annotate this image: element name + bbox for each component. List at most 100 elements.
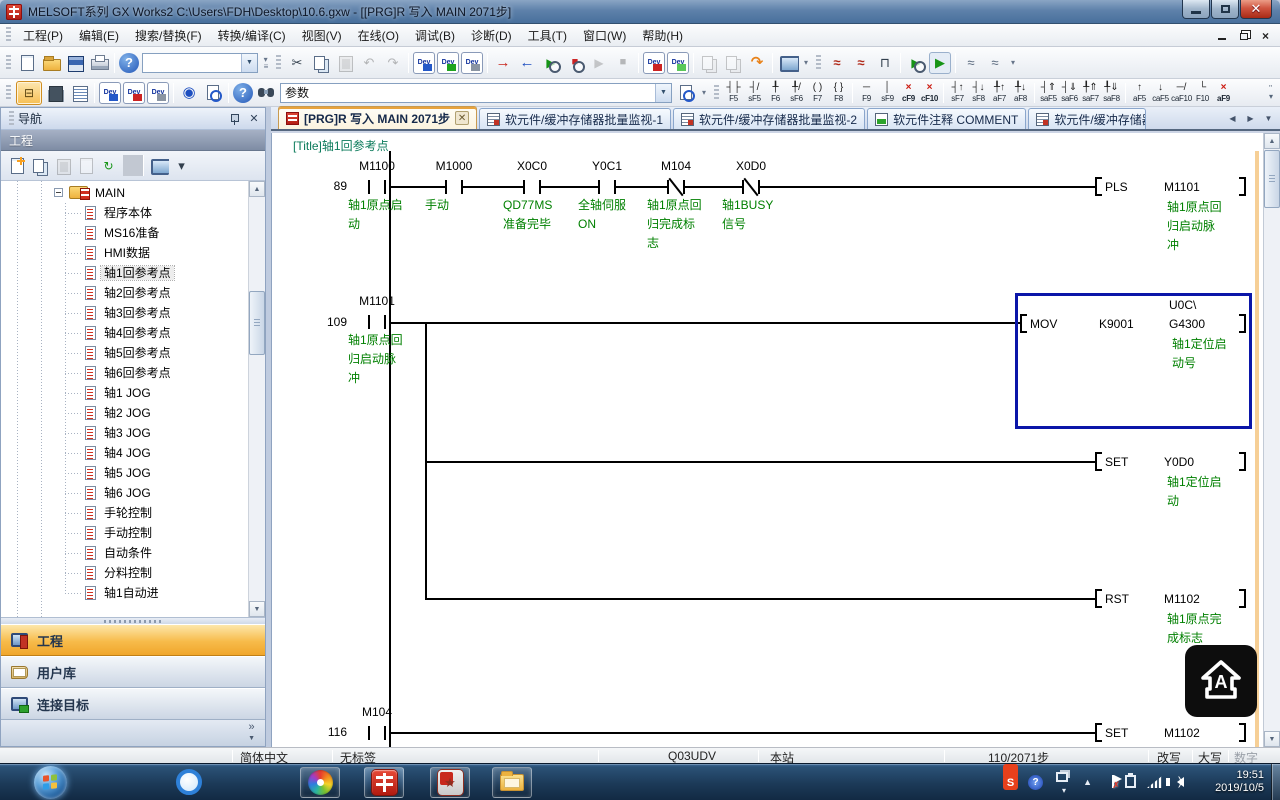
ladder-symbol-button[interactable]: ┤⇓saF6 [1059,80,1080,106]
tree-item[interactable]: 手轮控制 [1,503,248,523]
ladder-output-set2[interactable]: SET M1102 [1095,723,1263,747]
data-property-icon[interactable] [75,155,96,176]
tree-item[interactable]: 轴1 JOG [1,383,248,403]
scroll-thumb[interactable] [249,291,265,355]
tab-scroll-right-icon[interactable]: ▶ [1243,110,1258,126]
undo-icon[interactable]: ↶ [358,52,380,74]
ladder-output-rst[interactable]: RST M1102 轴1原点完成标志 [1095,589,1263,651]
tab-list-icon[interactable]: ▼ [1261,110,1276,126]
device-grid-icon[interactable]: Dev [123,82,145,104]
device-search-combo[interactable]: 参数 ▼ [280,83,672,103]
start-button[interactable] [34,766,67,799]
menu-item[interactable]: 搜索/替换(F) [127,24,210,47]
print-icon[interactable] [88,52,110,74]
paste-icon[interactable] [334,52,356,74]
help-icon[interactable]: ? [119,53,139,73]
write-to-plc-icon[interactable]: → [492,52,514,74]
monitor-pause-icon[interactable]: ▶ [588,52,610,74]
scroll-up-icon[interactable]: ▲ [249,181,265,197]
panel-close-icon[interactable]: ✕ [247,112,261,126]
cut-icon[interactable]: ✂ [286,52,308,74]
toolbar-icon[interactable] [772,53,773,73]
document-tab[interactable]: 软元件/缓冲存储器批量监视-1 ✕ [479,108,671,129]
device-comment-icon[interactable]: Dev [413,52,435,74]
tree-item[interactable]: 轴5 JOG [1,463,248,483]
menu-item[interactable]: 在线(O) [350,24,407,47]
toolbar-icon[interactable] [228,83,229,103]
device-find-icon[interactable]: Dev [99,82,121,104]
menu-item[interactable]: 窗口(W) [575,24,634,47]
tab-scroll-left-icon[interactable]: ◀ [1225,110,1240,126]
tree-item[interactable]: 轴5回参考点 [1,343,248,363]
window-cascade-icon[interactable] [698,52,720,74]
ladder-contact[interactable]: Y0C1 全轴伺服ON [570,159,644,259]
ladder-contact[interactable]: X0D0 轴1BUSY信号 [714,159,788,259]
palette-overflow-icon[interactable]: ''▾ [1264,85,1278,101]
jump-icon[interactable]: ↷ [746,52,768,74]
toolbar-icon[interactable] [173,83,174,103]
ladder-symbol-button[interactable]: │sF9 [877,80,898,106]
ladder-symbol-button[interactable]: ╀⇑saF7 [1080,80,1101,106]
ladder-symbol-button[interactable]: ↑aF5 [1129,80,1150,106]
mdi-minimize-button[interactable] [1215,29,1228,41]
save-project-icon[interactable] [64,52,86,74]
program-list-icon[interactable] [68,82,90,104]
tree-item[interactable]: 轴4 JOG [1,443,248,463]
ladder-symbol-button[interactable]: ×aF9 [1213,80,1234,106]
wave-window-icon[interactable]: ≈ [960,52,982,74]
wave-monitor2-icon[interactable]: ≈ [850,52,872,74]
scroll-up-icon[interactable]: ▲ [1264,133,1280,149]
ladder-output-set[interactable]: SET Y0D0 轴1定位启动 [1095,452,1263,514]
mdi-restore-button[interactable] [1237,29,1250,41]
nav-splitter[interactable] [1,617,265,624]
panel-grip[interactable] [9,111,14,127]
paste-data-icon[interactable] [52,155,73,176]
tray-expand-icon[interactable]: ▲ [1083,777,1092,787]
menu-item[interactable]: 转换/编译(C) [210,24,294,47]
toolbar-icon[interactable] [900,53,901,73]
document-tab[interactable]: [PRG]R 写入 MAIN 2071步 ✕ [278,106,477,129]
device-batch-icon[interactable]: Dev [667,52,689,74]
redo-icon[interactable]: ↷ [382,52,404,74]
tree-item[interactable]: 轴3 JOG [1,423,248,443]
ladder-contact[interactable]: M1000 手动 [417,159,491,259]
tree-item[interactable]: 轴1回参考点 [1,263,248,283]
wave-window2-icon[interactable]: ≈ [984,52,1006,74]
mdi-close-button[interactable]: × [1259,29,1272,41]
tray-sogou-icon[interactable]: S [1003,775,1018,790]
ladder-contact[interactable]: M1101 轴1原点回归启动脉冲 [340,294,414,394]
tray-action-center-icon[interactable]: ✗ [1112,775,1114,788]
menu-item[interactable]: 帮助(H) [634,24,691,47]
document-tab[interactable]: 软元件注释 COMMENT ✕ [867,108,1026,129]
monitor-stop-icon[interactable]: ■ [564,52,586,74]
toolbar-icon[interactable] [693,53,694,73]
menu-item[interactable]: 视图(V) [294,24,350,47]
menu-item[interactable]: 编辑(E) [71,24,127,47]
device-net-icon[interactable]: Dev [147,82,169,104]
ladder-symbol-button[interactable]: ↓caF5 [1150,80,1171,106]
menu-item[interactable]: 诊断(D) [463,24,520,47]
tree-item[interactable]: HMI数据 [1,243,248,263]
toolbar-grip[interactable] [714,85,719,101]
device-test-icon[interactable]: Dev [643,52,665,74]
toolbar-overflow-icon[interactable]: ▾ [1007,52,1019,74]
copy-data-icon[interactable] [29,155,50,176]
device-search-icon[interactable] [202,82,224,104]
sort-filter-icon[interactable] [148,155,169,176]
collapse-icon[interactable] [54,188,63,197]
nav-button-connection[interactable]: 连接目标 [1,688,265,720]
toolbar-icon[interactable] [955,53,956,73]
tree-item[interactable]: 自动条件 [1,543,248,563]
project-tree-toggle-icon[interactable]: ⊟ [16,81,42,105]
module-config-icon[interactable] [44,82,66,104]
toolbar-icon[interactable] [114,53,115,73]
ladder-symbol-button[interactable]: { }F8 [828,80,849,106]
document-tab[interactable]: 软元件/缓冲存储器批量监视-2 ✕ [673,108,865,129]
device-display-icon[interactable]: ◉ [178,82,200,104]
document-tab[interactable]: 软元件/缓冲存储器批量监视 ✕ [1028,108,1146,129]
ladder-symbol-button[interactable]: ┤↑sF7 [947,80,968,106]
taskbar-app-gxworks[interactable] [364,767,404,798]
ladder-symbol-button[interactable]: ╀↑aF7 [989,80,1010,106]
scroll-down-icon[interactable]: ▼ [1264,731,1280,747]
tree-item[interactable]: 手动控制 [1,523,248,543]
